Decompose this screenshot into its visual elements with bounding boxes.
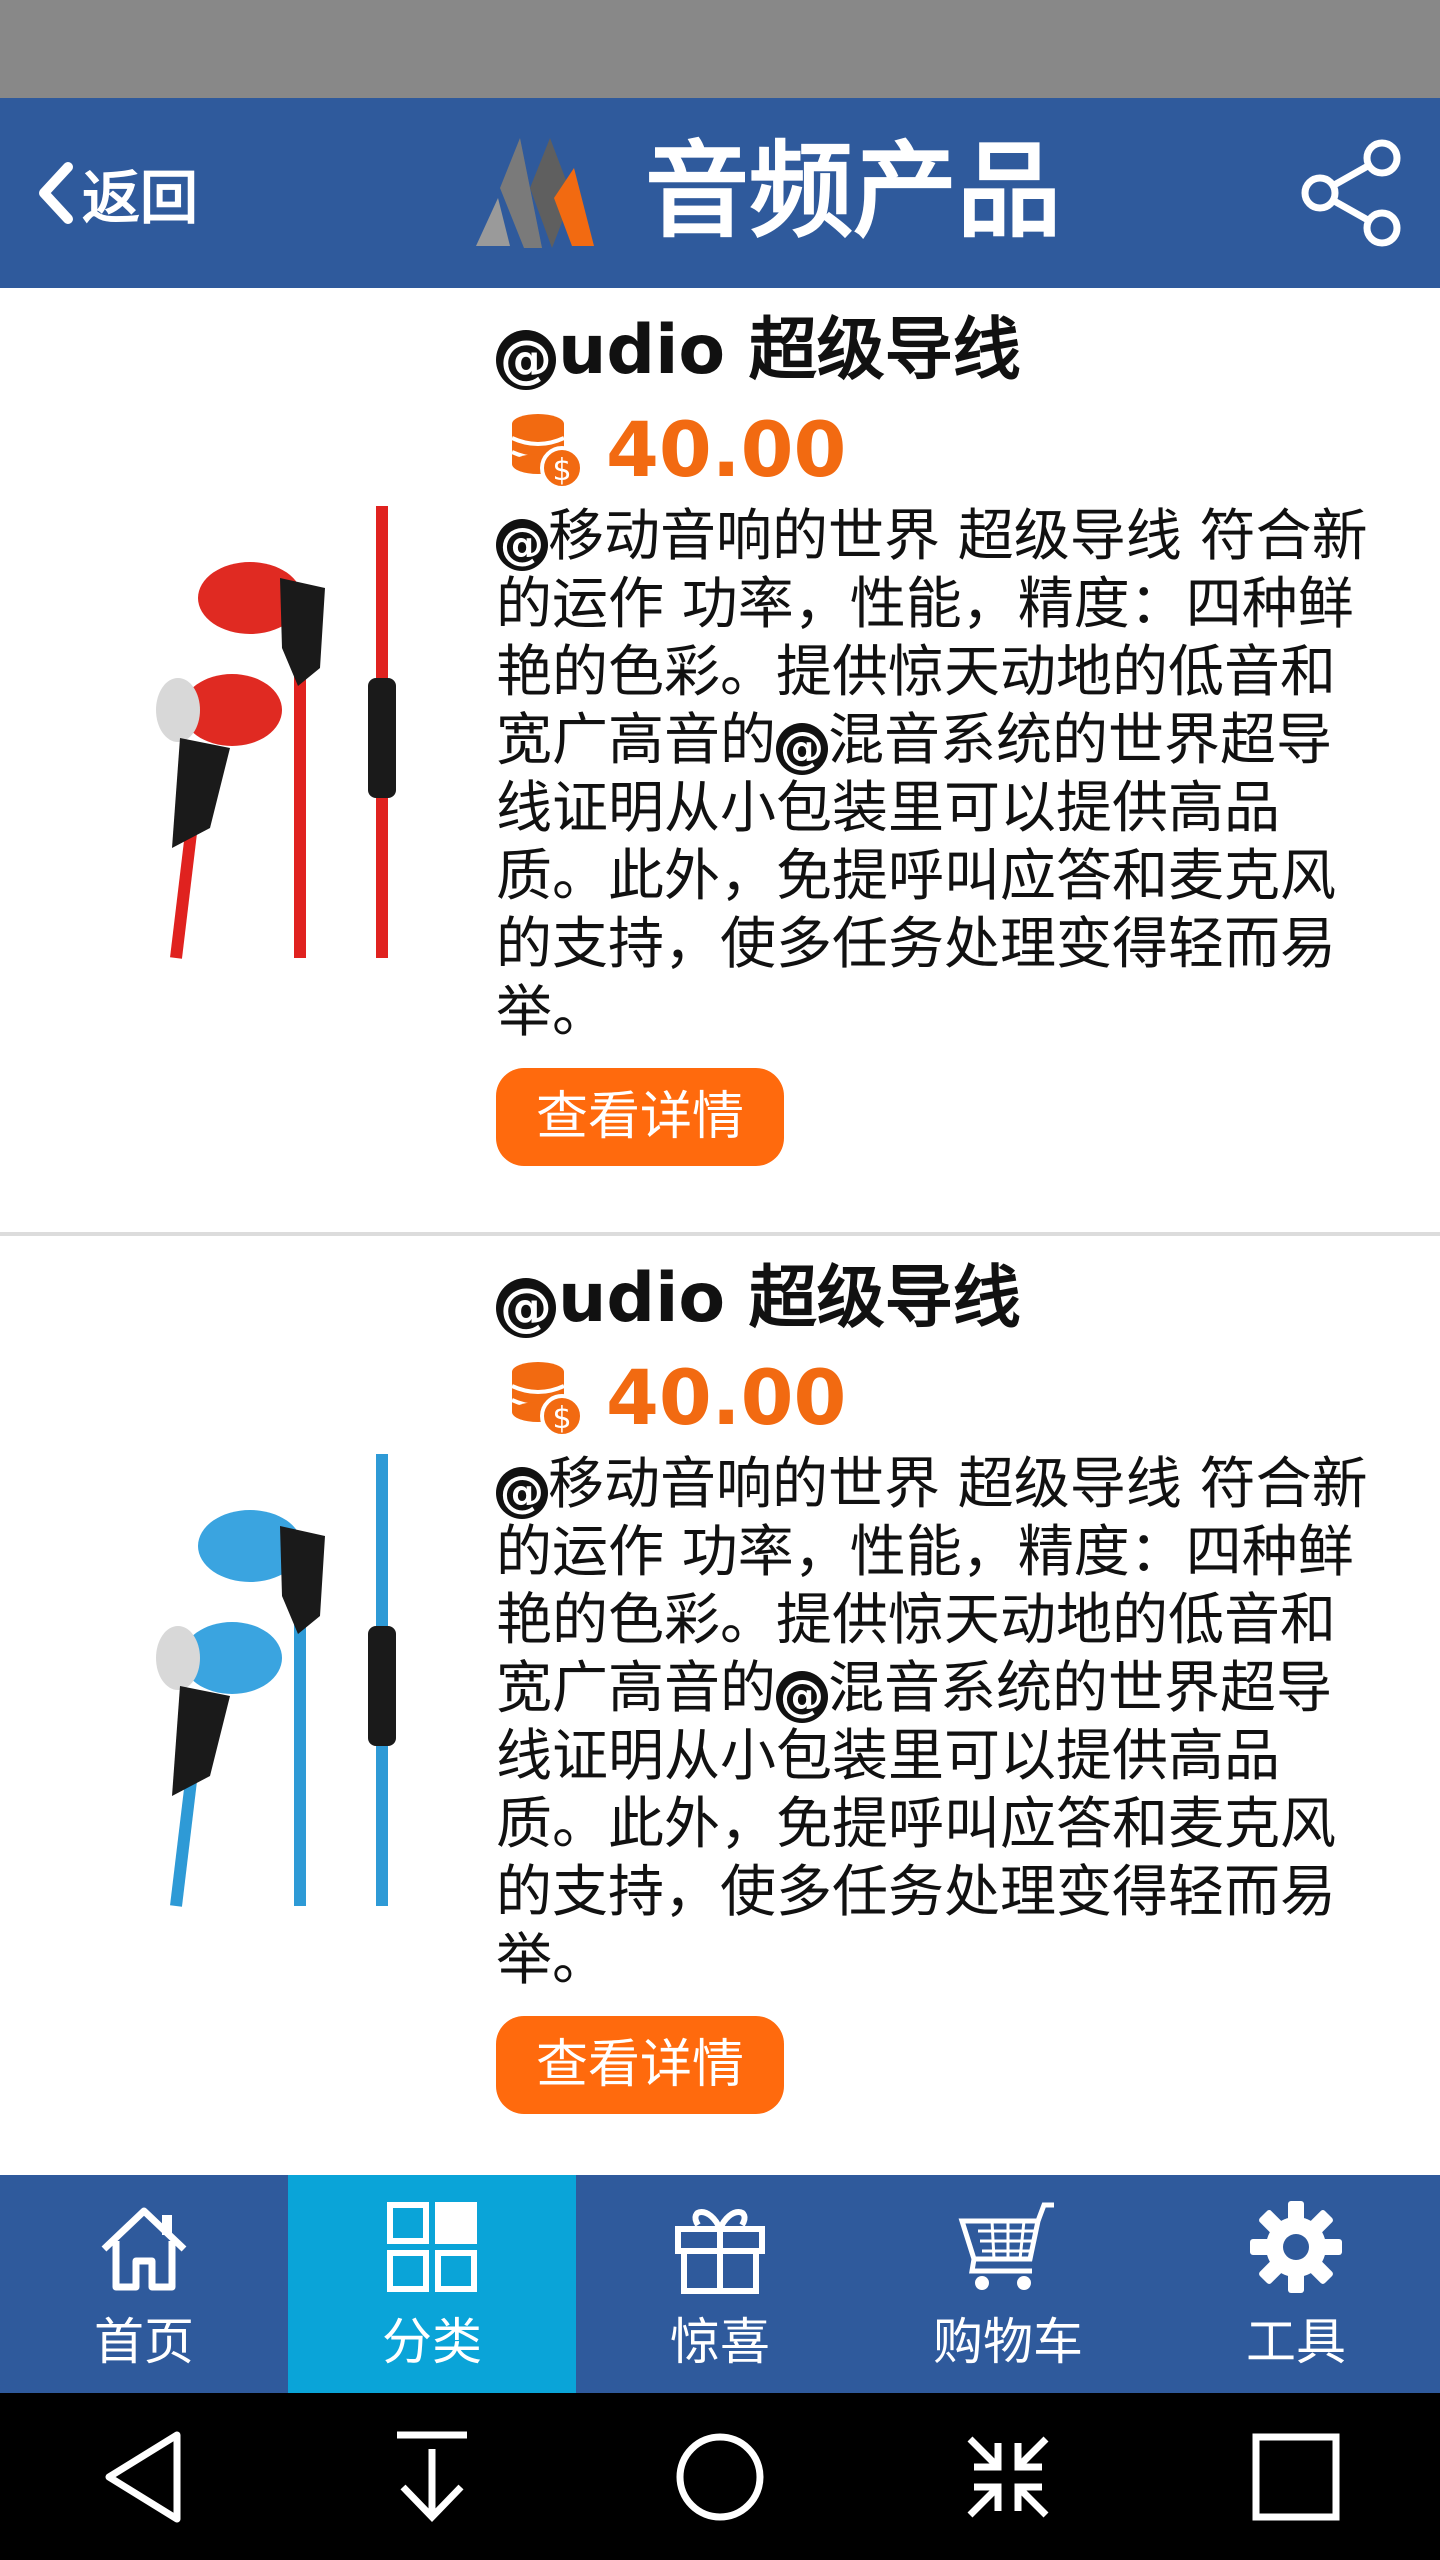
system-nav-bar — [0, 2393, 1440, 2560]
triangle-back-icon — [105, 2431, 181, 2522]
tab-surprise[interactable]: 惊喜 — [576, 2175, 864, 2393]
product-description: @移动音响的世界 超级导线 符合新的运作 功率，性能，精度：四种鲜艳的色彩。提供… — [496, 1451, 1386, 1995]
at-symbol: @ — [496, 1467, 548, 1519]
arrow-down-icon — [397, 2431, 467, 2522]
product-name-text: udio 超级导线 — [558, 311, 1021, 390]
page-title: 音频产品 — [645, 130, 1062, 252]
app-header: 返回 音频产品 — [0, 98, 1440, 288]
price-value: 40.00 — [606, 405, 847, 494]
gift-icon — [675, 2209, 765, 2294]
tab-cart[interactable]: 购物车 — [864, 2175, 1152, 2393]
tab-label: 惊喜 — [670, 2313, 770, 2371]
bottom-tab-bar: 首页 分类 惊喜 购物车 工具 — [0, 2175, 1440, 2393]
earphones-image-red — [156, 506, 396, 959]
view-details-button[interactable]: 查看详情 — [496, 1068, 784, 1166]
nav-home-button[interactable] — [650, 2407, 790, 2547]
collapse-icon — [967, 2436, 1049, 2517]
product-name: @udio 超级导线 — [496, 306, 1021, 396]
price-value: 40.00 — [606, 1353, 847, 1442]
nav-collapse-button[interactable] — [938, 2407, 1078, 2547]
home-icon — [101, 2207, 187, 2291]
tab-label: 购物车 — [933, 2313, 1083, 2371]
cart-icon — [958, 2202, 1054, 2290]
status-bar — [0, 0, 1440, 98]
product-card[interactable]: @udio 超级导线 $ 40.00 @移动音响的世界 超级导线 符合新的运作 … — [0, 1236, 1440, 2184]
tab-label: 工具 — [1246, 2313, 1346, 2371]
nav-download-button[interactable] — [362, 2407, 502, 2547]
nav-recents-button[interactable] — [1226, 2407, 1366, 2547]
product-card[interactable]: @udio 超级导线 $ 40.00 @移动音响的世界 超级导线 符合新的运作 … — [0, 288, 1440, 1236]
brand-logo — [476, 138, 594, 248]
at-symbol: @ — [776, 1671, 828, 1723]
view-details-button[interactable]: 查看详情 — [496, 2016, 784, 2114]
tab-category[interactable]: 分类 — [288, 2175, 576, 2393]
at-symbol: @ — [496, 330, 556, 390]
coins-icon: $ — [511, 414, 584, 490]
nav-back-button[interactable] — [74, 2407, 214, 2547]
price-row: $ 40.00 — [506, 1348, 846, 1448]
tab-home[interactable]: 首页 — [0, 2175, 288, 2393]
earphones-image-blue — [156, 1454, 396, 1907]
circle-home-icon — [676, 2433, 764, 2520]
square-recents-icon — [1252, 2433, 1340, 2520]
tab-label: 首页 — [94, 2313, 194, 2371]
tab-label: 分类 — [382, 2313, 482, 2371]
svg-text:$: $ — [552, 1401, 571, 1436]
svg-text:$: $ — [552, 453, 571, 488]
tab-tools[interactable]: 工具 — [1152, 2175, 1440, 2393]
chevron-left-icon — [39, 162, 73, 224]
category-icon — [387, 2202, 477, 2292]
share-icon[interactable] — [1296, 138, 1406, 248]
back-button[interactable]: 返回 — [36, 153, 198, 233]
product-name-text: udio 超级导线 — [558, 1259, 1021, 1338]
product-name: @udio 超级导线 — [496, 1254, 1021, 1344]
gear-icon — [1250, 2201, 1342, 2293]
back-label: 返回 — [82, 164, 199, 232]
at-symbol: @ — [496, 519, 548, 571]
product-description: @移动音响的世界 超级导线 符合新的运作 功率，性能，精度：四种鲜艳的色彩。提供… — [496, 503, 1386, 1047]
at-symbol: @ — [496, 1278, 556, 1338]
price-row: $ 40.00 — [506, 400, 846, 500]
at-symbol: @ — [776, 723, 828, 775]
coins-icon: $ — [511, 1362, 584, 1438]
